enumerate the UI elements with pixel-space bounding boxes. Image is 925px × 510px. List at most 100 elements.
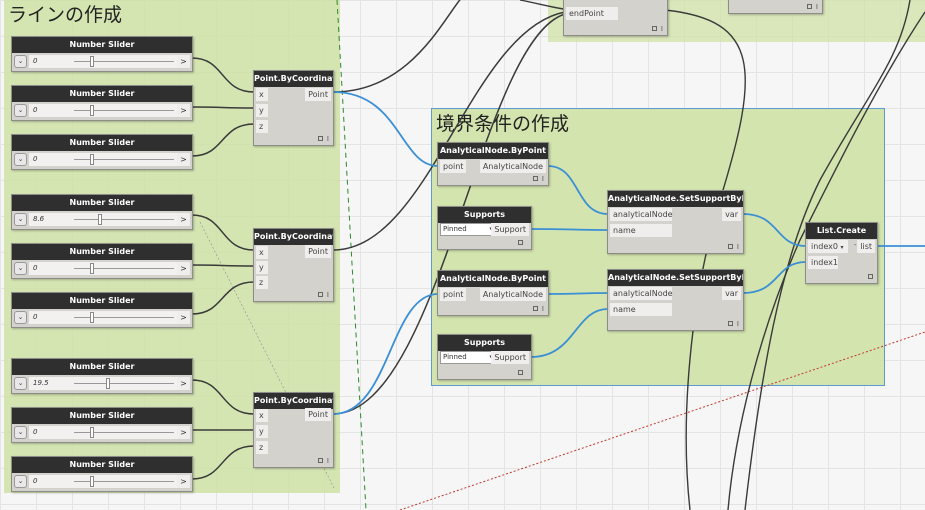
port-analyticalnode[interactable]: AnalyticalNode bbox=[479, 288, 546, 301]
node-footer: I bbox=[317, 457, 329, 465]
slider-output-port[interactable]: > bbox=[177, 262, 190, 275]
slider-thumb[interactable] bbox=[90, 56, 94, 67]
node-top-right-partial[interactable]: I bbox=[728, 0, 823, 14]
port-support[interactable]: Support bbox=[491, 223, 529, 236]
slider-thumb[interactable] bbox=[90, 154, 94, 165]
port-name[interactable]: name bbox=[610, 303, 672, 316]
slider-track[interactable] bbox=[74, 383, 174, 384]
node-list-create[interactable]: List.Create index0 ▾ - index1 list bbox=[805, 222, 878, 284]
slider-body[interactable]: ⌄ 0 > bbox=[12, 151, 192, 169]
chevron-down-icon[interactable]: ⌄ bbox=[14, 213, 27, 226]
number-slider[interactable]: Number Slider ⌄ 0 > bbox=[11, 36, 193, 72]
number-slider[interactable]: Number Slider ⌄ 0 > bbox=[11, 407, 193, 443]
slider-body[interactable]: ⌄ 0 > bbox=[12, 53, 192, 71]
port-z[interactable]: z bbox=[256, 441, 268, 454]
slider-output-port[interactable]: > bbox=[177, 153, 190, 166]
slider-thumb[interactable] bbox=[90, 312, 94, 323]
chevron-down-icon[interactable]: ⌄ bbox=[14, 475, 27, 488]
slider-output-port[interactable]: > bbox=[177, 426, 190, 439]
port-point[interactable]: Point bbox=[305, 408, 331, 421]
port-var[interactable]: var bbox=[722, 208, 741, 221]
port-support[interactable]: Support bbox=[491, 351, 529, 364]
slider-track[interactable] bbox=[74, 110, 174, 111]
slider-output-port[interactable]: > bbox=[177, 55, 190, 68]
port-x[interactable]: x bbox=[256, 246, 268, 259]
slider-track[interactable] bbox=[74, 159, 174, 160]
node-supports-1[interactable]: Supports Pinned ▾ Support bbox=[437, 206, 532, 250]
slider-track[interactable] bbox=[74, 481, 174, 482]
node-point-bycoordinates-1[interactable]: Point.ByCoordinates x y z Point I bbox=[253, 70, 334, 146]
chevron-down-icon[interactable]: ⌄ bbox=[14, 55, 27, 68]
node-analyticalnode-bypoint-2[interactable]: AnalyticalNode.ByPoint point AnalyticalN… bbox=[437, 270, 549, 316]
slider-body[interactable]: ⌄ 19.5 > bbox=[12, 375, 192, 393]
support-type-dropdown[interactable]: Pinned ▾ bbox=[440, 223, 496, 236]
port-index1[interactable]: index1 bbox=[808, 256, 838, 269]
chevron-down-icon[interactable]: ⌄ bbox=[14, 311, 27, 324]
number-slider[interactable]: Number Slider ⌄ 0 > bbox=[11, 243, 193, 279]
slider-body[interactable]: ⌄ 0 > bbox=[12, 473, 192, 491]
number-slider[interactable]: Number Slider ⌄ 8.6 > bbox=[11, 194, 193, 230]
number-slider[interactable]: Number Slider ⌄ 0 > bbox=[11, 85, 193, 121]
port-point[interactable]: point bbox=[440, 288, 466, 301]
port-endpoint[interactable]: endPoint bbox=[566, 7, 618, 20]
port-index0[interactable]: index0 ▾ bbox=[808, 240, 848, 253]
port-name[interactable]: name bbox=[610, 224, 672, 237]
dynamo-canvas[interactable]: ラインの作成 境界条件の作成 endPoint I I Number Slide… bbox=[0, 0, 925, 510]
chevron-down-icon[interactable]: ⌄ bbox=[14, 104, 27, 117]
port-x[interactable]: x bbox=[256, 88, 268, 101]
number-slider[interactable]: Number Slider ⌄ 19.5 > bbox=[11, 358, 193, 394]
node-setsupportbyname-2[interactable]: AnalyticalNode.SetSupportByName analytic… bbox=[607, 269, 744, 331]
chevron-down-icon[interactable]: ⌄ bbox=[14, 377, 27, 390]
slider-track[interactable] bbox=[74, 268, 174, 269]
slider-thumb[interactable] bbox=[90, 263, 94, 274]
slider-output-port[interactable]: > bbox=[177, 213, 190, 226]
node-setsupportbyname-1[interactable]: AnalyticalNode.SetSupportByName analytic… bbox=[607, 190, 744, 254]
port-point[interactable]: Point bbox=[305, 245, 331, 258]
port-x[interactable]: x bbox=[256, 409, 268, 422]
number-slider[interactable]: Number Slider ⌄ 0 > bbox=[11, 134, 193, 170]
node-supports-2[interactable]: Supports Pinned ▾ Support bbox=[437, 334, 532, 380]
port-z[interactable]: z bbox=[256, 276, 268, 289]
port-analyticalnode[interactable]: AnalyticalNode bbox=[479, 160, 546, 173]
number-slider[interactable]: Number Slider ⌄ 0 > bbox=[11, 292, 193, 328]
slider-output-port[interactable]: > bbox=[177, 104, 190, 117]
slider-track[interactable] bbox=[74, 61, 174, 62]
node-point-bycoordinates-3[interactable]: Point.ByCoordinates x y z Point I bbox=[253, 392, 334, 468]
slider-thumb[interactable] bbox=[98, 214, 102, 225]
slider-body[interactable]: ⌄ 8.6 > bbox=[12, 211, 192, 229]
slider-body[interactable]: ⌄ 0 > bbox=[12, 260, 192, 278]
port-point[interactable]: point bbox=[440, 160, 466, 173]
slider-track[interactable] bbox=[74, 317, 174, 318]
support-type-dropdown[interactable]: Pinned ▾ bbox=[440, 351, 496, 364]
slider-thumb[interactable] bbox=[90, 427, 94, 438]
port-analyticalnode[interactable]: analyticalNode bbox=[610, 208, 673, 221]
port-point[interactable]: Point bbox=[305, 88, 331, 101]
node-analyticalnode-bypoint-1[interactable]: AnalyticalNode.ByPoint point AnalyticalN… bbox=[437, 142, 549, 186]
remove-input-button[interactable]: - bbox=[854, 241, 857, 249]
slider-track[interactable] bbox=[74, 432, 174, 433]
port-y[interactable]: y bbox=[256, 104, 268, 117]
port-z[interactable]: z bbox=[256, 120, 268, 133]
slider-thumb[interactable] bbox=[106, 378, 110, 389]
slider-body[interactable]: ⌄ 0 > bbox=[12, 102, 192, 120]
port-var[interactable]: var bbox=[722, 287, 741, 300]
node-point-bycoordinates-2[interactable]: Point.ByCoordinates x y z Point I bbox=[253, 228, 334, 302]
slider-body[interactable]: ⌄ 0 > bbox=[12, 424, 192, 442]
slider-thumb[interactable] bbox=[90, 105, 94, 116]
port-y[interactable]: y bbox=[256, 261, 268, 274]
chevron-down-icon[interactable]: ⌄ bbox=[14, 153, 27, 166]
slider-output-port[interactable]: > bbox=[177, 311, 190, 324]
slider-output-port[interactable]: > bbox=[177, 475, 190, 488]
slider-thumb[interactable] bbox=[90, 476, 94, 487]
port-list[interactable]: list bbox=[857, 240, 875, 253]
port-y[interactable]: y bbox=[256, 425, 268, 438]
chevron-down-icon[interactable]: ⌄ bbox=[14, 262, 27, 275]
node-line-bystartpoint-endpoint[interactable]: endPoint I bbox=[563, 0, 668, 36]
port-analyticalnode[interactable]: analyticalNode bbox=[610, 287, 673, 300]
chevron-down-icon[interactable]: ⌄ bbox=[14, 426, 27, 439]
slider-track[interactable] bbox=[74, 219, 174, 220]
dropdown-value: Pinned bbox=[443, 225, 467, 233]
slider-output-port[interactable]: > bbox=[177, 377, 190, 390]
number-slider[interactable]: Number Slider ⌄ 0 > bbox=[11, 456, 193, 492]
slider-body[interactable]: ⌄ 0 > bbox=[12, 309, 192, 327]
